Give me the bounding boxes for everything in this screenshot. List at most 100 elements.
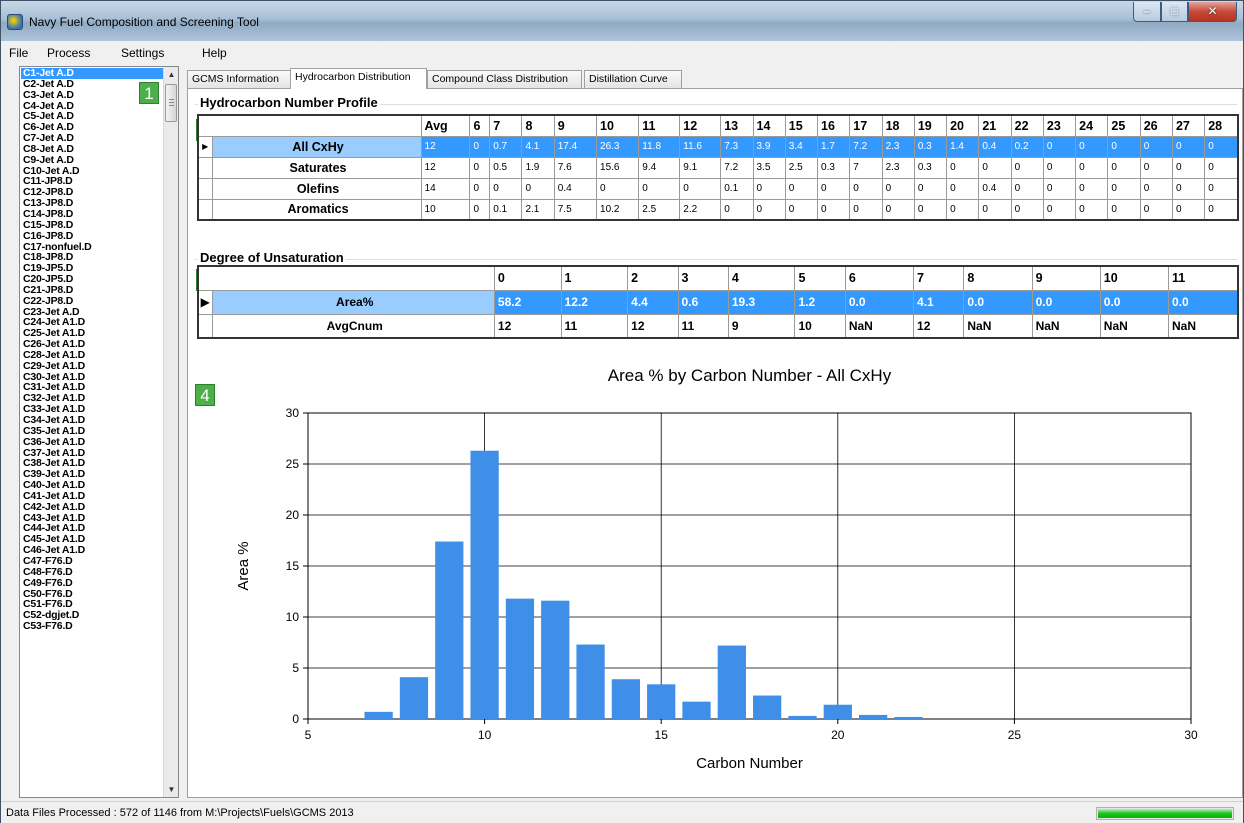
grid-cell[interactable]: 1.2 xyxy=(794,289,846,315)
grid-cell[interactable]: 12.2 xyxy=(560,289,629,315)
grid-cell[interactable]: 0 xyxy=(1042,135,1077,158)
scroll-up-icon[interactable]: ▲ xyxy=(164,67,178,82)
grid-row[interactable]: ▶ All CxHy 12 0 0.7 4.1 17.4 26.3 11.8 11.6 7.3 3.9… xyxy=(197,135,1239,158)
grid-cell[interactable]: 58.2 xyxy=(493,289,562,315)
grid-cell[interactable]: 0 xyxy=(489,177,523,200)
grid-cell[interactable]: 0 xyxy=(978,156,1012,179)
grid-cell[interactable]: 7.6 xyxy=(553,156,598,179)
grid-cell[interactable]: 12 xyxy=(420,156,471,179)
scroll-down-icon[interactable]: ▼ xyxy=(164,782,178,797)
grid-column-header[interactable]: 22 xyxy=(1010,114,1044,137)
grid-cell[interactable]: 0 xyxy=(1107,135,1141,158)
grid-cell[interactable]: 7.2 xyxy=(720,156,754,179)
grid-cell[interactable]: 17.4 xyxy=(553,135,598,158)
grid-cell[interactable]: 3.5 xyxy=(752,156,786,179)
grid-cell[interactable]: 0 xyxy=(1139,156,1173,179)
grid-cell[interactable]: 0 xyxy=(881,177,915,200)
grid-cell[interactable]: 0 xyxy=(1042,156,1077,179)
grid-cell[interactable]: 0 xyxy=(469,198,491,221)
grid-cell[interactable]: 0.2 xyxy=(1010,135,1044,158)
grid-cell[interactable]: 12 xyxy=(913,313,965,339)
grid-cell[interactable]: 0.3 xyxy=(913,156,948,179)
grid-column-header[interactable]: 24 xyxy=(1075,114,1109,137)
grid-cell[interactable]: 0 xyxy=(913,177,948,200)
grid-cell[interactable]: 0 xyxy=(1010,177,1044,200)
grid-cell[interactable]: 2.5 xyxy=(784,156,819,179)
tab-distillation-curve[interactable]: Distillation Curve xyxy=(584,70,682,88)
grid-column-header[interactable]: 25 xyxy=(1107,114,1141,137)
file-list-item[interactable]: C36-Jet A1.D xyxy=(21,436,164,448)
grid-column-header[interactable]: 3 xyxy=(677,265,729,291)
grid-cell[interactable]: 0 xyxy=(679,177,722,200)
grid-cell[interactable]: NaN xyxy=(1099,313,1170,339)
grid-cell[interactable]: 9.1 xyxy=(679,156,722,179)
grid-cell[interactable]: 4.1 xyxy=(913,289,965,315)
grid-cell[interactable]: 0 xyxy=(1042,198,1077,221)
grid-cell[interactable]: 0 xyxy=(1139,135,1173,158)
grid-cell[interactable]: 0.3 xyxy=(913,135,948,158)
grid-cell[interactable]: 1.4 xyxy=(946,135,980,158)
tab-hydrocarbon-distribution[interactable]: Hydrocarbon Distribution xyxy=(290,68,427,89)
grid-cell[interactable]: 0 xyxy=(1075,135,1109,158)
grid-column-header[interactable]: 1 xyxy=(560,265,629,291)
grid-cell[interactable]: 0 xyxy=(1075,177,1109,200)
grid-cell[interactable]: 0 xyxy=(784,177,819,200)
grid-column-header[interactable]: 5 xyxy=(794,265,846,291)
grid-cell[interactable]: 0.1 xyxy=(489,198,523,221)
grid-cell[interactable]: 4.4 xyxy=(627,289,679,315)
menu-help[interactable]: Help xyxy=(202,46,227,60)
grid-cell[interactable]: 0.7 xyxy=(489,135,523,158)
grid-cell[interactable]: 4.1 xyxy=(521,135,555,158)
file-list[interactable]: C1-Jet A.D C2-Jet A.D C3-Jet A.D C4-Jet A.D… xyxy=(19,66,179,798)
grid-cell[interactable]: 0 xyxy=(1107,198,1141,221)
grid-cell[interactable]: 0.0 xyxy=(844,289,915,315)
grid-cell[interactable]: 0 xyxy=(978,198,1012,221)
grid-cell[interactable]: 0 xyxy=(1107,177,1141,200)
grid-column-header[interactable]: 8 xyxy=(521,114,555,137)
grid-row[interactable]: Saturates 12 0 0.5 1.9 7.6 15.6 9.4 9.1 7.2 3.5 2.5… xyxy=(197,156,1239,179)
grid-cell[interactable]: 9.4 xyxy=(638,156,681,179)
grid-cell[interactable]: 0 xyxy=(1075,156,1109,179)
grid-cell[interactable]: 10 xyxy=(420,198,471,221)
grid-cell[interactable]: 0.6 xyxy=(677,289,729,315)
grid-cell[interactable]: 0 xyxy=(849,198,883,221)
grid-cell[interactable]: NaN xyxy=(963,313,1033,339)
grid-column-header[interactable]: 9 xyxy=(1031,265,1101,291)
row-selector[interactable] xyxy=(197,177,213,200)
grid-cell[interactable]: 0 xyxy=(596,177,640,200)
tab-gcms-information[interactable]: GCMS Information xyxy=(187,70,291,88)
file-list-item[interactable]: C9-Jet A.D xyxy=(21,154,164,166)
grid-cell[interactable]: 0 xyxy=(1010,198,1044,221)
grid-cell[interactable]: 3.4 xyxy=(784,135,819,158)
grid-cell[interactable]: 1.7 xyxy=(817,135,851,158)
grid-cell[interactable]: 11.6 xyxy=(679,135,722,158)
grid-cell[interactable]: 0 xyxy=(720,198,754,221)
grid-cell[interactable]: 2.3 xyxy=(881,135,915,158)
grid-cell[interactable]: 0.1 xyxy=(720,177,754,200)
grid-cell[interactable]: 0 xyxy=(1075,198,1109,221)
hydrocarbon-profile-grid[interactable]: Avg 6 7 8 9 10 11 12 13 14 15 16 17 18 19 20 21 22 23 24 25 2… xyxy=(197,114,1239,221)
grid-column-header[interactable]: 28 xyxy=(1204,114,1239,137)
grid-row[interactable]: AvgCnum 12 11 12 11 9 10 NaN 12 NaN NaN NaN NaN xyxy=(197,313,1239,339)
grid-cell[interactable]: 0.0 xyxy=(1168,289,1239,315)
maximize-button[interactable]: □ xyxy=(1161,2,1188,22)
grid-cell[interactable]: 10 xyxy=(794,313,846,339)
file-list-item[interactable]: C42-Jet A1.D xyxy=(21,501,164,513)
grid-cell[interactable]: 0.5 xyxy=(489,156,523,179)
grid-column-header[interactable]: 7 xyxy=(913,265,965,291)
grid-cell[interactable]: 2.3 xyxy=(881,156,915,179)
grid-cell[interactable]: 0 xyxy=(946,177,980,200)
grid-cell[interactable]: 0 xyxy=(1171,156,1206,179)
file-list-scrollbar[interactable]: ▲ ▼ xyxy=(163,67,178,797)
grid-row[interactable]: ▶ Area% 58.2 12.2 4.4 0.6 19.3 1.2 0.0 4.1 0.0 0.0 0… xyxy=(197,289,1239,315)
row-selector-arrow-icon[interactable]: ▶ xyxy=(197,135,213,158)
grid-cell[interactable]: 10.2 xyxy=(596,198,640,221)
grid-column-header[interactable]: Avg xyxy=(420,114,471,137)
grid-cell[interactable]: 7.2 xyxy=(849,135,883,158)
unsaturation-grid[interactable]: 0 1 2 3 4 5 6 7 8 9 10 11 ▶ Area% 58.2 12.2 4.4 0.6 19.3 1… xyxy=(197,265,1239,339)
grid-cell[interactable]: 0 xyxy=(469,156,491,179)
grid-cell[interactable]: 1.9 xyxy=(521,156,555,179)
minimize-button[interactable]: – xyxy=(1133,2,1161,22)
grid-cell[interactable]: 0 xyxy=(1171,177,1206,200)
grid-column-header[interactable]: 7 xyxy=(489,114,523,137)
